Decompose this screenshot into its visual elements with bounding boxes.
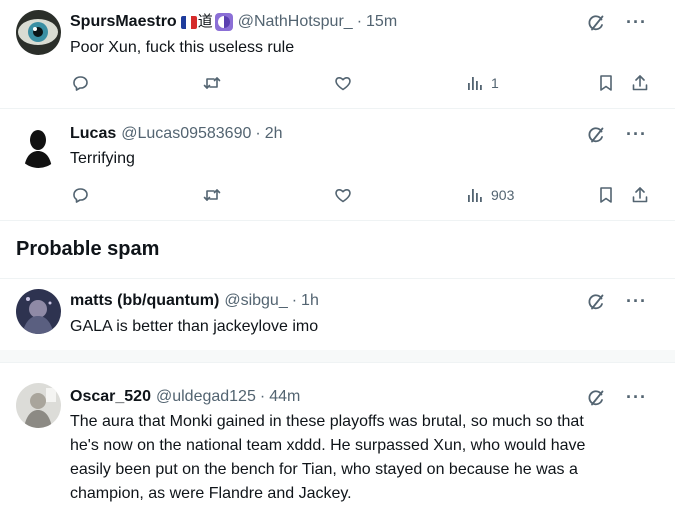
views-icon <box>468 189 482 202</box>
display-name[interactable]: SpursMaestro <box>70 12 177 32</box>
like-icon <box>335 189 351 203</box>
tweet[interactable]: SpursMaestro 道 @NathHotspur_ · 15m ··· P… <box>0 0 675 108</box>
grok-icon[interactable] <box>586 13 606 33</box>
tweet-text: GALA is better than jackeylove imo <box>70 318 319 335</box>
tweet-top-right: ··· <box>586 124 647 145</box>
avatar[interactable] <box>16 10 61 55</box>
tweet[interactable]: Lucas @Lucas09583690 · 2h ··· Terrifying <box>0 109 675 220</box>
share-icon <box>632 187 648 203</box>
avatar[interactable] <box>16 383 61 428</box>
tweet-text: Terrifying <box>70 150 135 167</box>
action-bar: 903 <box>70 185 655 207</box>
timestamp[interactable]: 15m <box>366 12 397 32</box>
separator: · <box>291 292 298 309</box>
bookmark-icon <box>600 187 612 203</box>
share-button[interactable] <box>630 73 650 93</box>
tweet-text-line: champion, as were Flandre and Jackey. <box>70 485 352 502</box>
tweet-header: SpursMaestro 道 @NathHotspur_ · 15m <box>70 12 397 32</box>
reply-icon <box>73 188 88 203</box>
retweet-icon <box>203 77 221 89</box>
spam-tweet[interactable]: Oscar_520 @uldegad125 · 44m ··· The aura… <box>0 363 675 506</box>
timestamp[interactable]: 1h <box>301 291 319 311</box>
tweet-top-right: ··· <box>586 387 647 408</box>
tweet-top-right: ··· <box>586 291 647 312</box>
reply-button[interactable] <box>70 73 90 93</box>
grok-icon[interactable] <box>586 388 606 408</box>
views-button[interactable]: 1 <box>465 73 499 93</box>
bookmark-button[interactable] <box>596 185 616 205</box>
separator: · <box>259 388 266 405</box>
avatar[interactable] <box>16 123 61 168</box>
reply-button[interactable] <box>70 185 90 205</box>
user-handle[interactable]: @uldegad125 <box>156 387 256 407</box>
display-name[interactable]: Lucas <box>70 124 116 144</box>
more-icon[interactable]: ··· <box>626 124 647 145</box>
views-count: 903 <box>491 187 515 203</box>
tweet-text-line: he's now on the national team xddd. He s… <box>70 437 586 454</box>
yin-yang-icon <box>214 13 233 31</box>
page: SpursMaestro 道 @NathHotspur_ · 15m ··· P… <box>0 0 675 506</box>
tweet-header: matts (bb/quantum) @sibgu_ · 1h <box>70 291 319 311</box>
tweet-text-line: The aura that Monki gained in these play… <box>70 413 584 430</box>
tweet-text: The aura that Monki gained in these play… <box>70 410 585 506</box>
views-icon <box>468 77 482 90</box>
display-name[interactable]: Oscar_520 <box>70 387 151 407</box>
reply-icon <box>73 76 88 91</box>
separator: · <box>356 13 363 30</box>
like-icon <box>335 77 351 91</box>
retweet-button[interactable] <box>202 73 222 93</box>
spam-tweet[interactable]: matts (bb/quantum) @sibgu_ · 1h ··· GALA… <box>0 279 675 348</box>
views-count: 1 <box>491 75 499 91</box>
france-flag-icon <box>180 15 197 29</box>
more-icon[interactable]: ··· <box>626 387 647 408</box>
bookmark-icon <box>600 75 612 91</box>
more-icon[interactable]: ··· <box>626 291 647 312</box>
share-button[interactable] <box>630 185 650 205</box>
section-title: Probable spam <box>16 238 160 260</box>
retweet-icon <box>203 189 221 201</box>
section-separator <box>0 350 675 362</box>
tweet-top-right: ··· <box>586 12 647 33</box>
retweet-button[interactable] <box>202 185 222 205</box>
user-handle[interactable]: @NathHotspur_ <box>238 12 353 32</box>
separator: · <box>255 125 261 142</box>
share-icon <box>632 75 648 91</box>
tweet-header: Oscar_520 @uldegad125 · 44m <box>70 387 300 407</box>
display-name[interactable]: matts (bb/quantum) <box>70 291 219 311</box>
user-handle[interactable]: @Lucas09583690 <box>121 124 251 144</box>
tweet-text-line: easily been put on the bench for Tian, w… <box>70 461 578 478</box>
action-bar: 1 <box>70 73 655 95</box>
grok-icon[interactable] <box>586 125 606 145</box>
avatar[interactable] <box>16 289 61 334</box>
divider <box>0 220 675 221</box>
like-button[interactable] <box>333 185 353 205</box>
more-icon[interactable]: ··· <box>626 12 647 33</box>
name-badge-text: 道 <box>197 13 213 30</box>
grok-icon[interactable] <box>586 292 606 312</box>
views-button[interactable]: 903 <box>465 185 514 205</box>
bookmark-button[interactable] <box>596 73 616 93</box>
timestamp[interactable]: 44m <box>269 387 300 407</box>
tweet-header: Lucas @Lucas09583690 · 2h <box>70 124 283 144</box>
tweet-text: Poor Xun, fuck this useless rule <box>70 39 295 56</box>
timestamp[interactable]: 2h <box>265 124 283 144</box>
like-button[interactable] <box>333 73 353 93</box>
user-handle[interactable]: @sibgu_ <box>224 291 287 311</box>
